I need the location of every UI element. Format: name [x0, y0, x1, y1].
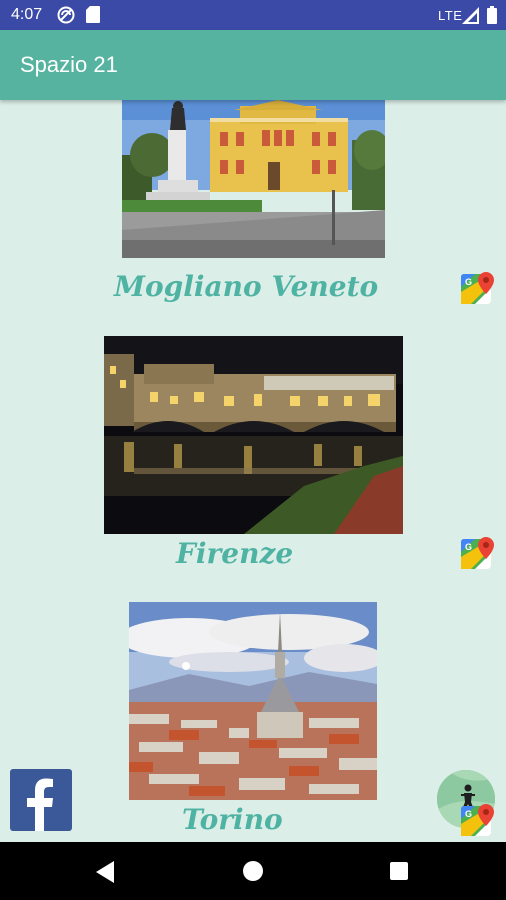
recents-icon[interactable] [390, 862, 408, 880]
city-photo-mogliano-veneto[interactable] [122, 100, 385, 258]
home-icon[interactable] [243, 861, 263, 881]
status-time: 4:07 [11, 6, 43, 23]
network-type: LTE [438, 8, 463, 23]
maps-icon[interactable]: G [461, 537, 495, 569]
facebook-icon [27, 778, 53, 831]
city-name-firenze[interactable]: Firenze [176, 537, 293, 570]
svg-text:G: G [465, 542, 472, 552]
city-photo-torino[interactable] [129, 602, 377, 800]
battery-icon [487, 6, 497, 24]
city-list[interactable]: Mogliano Veneto G Firenze G Torino G [0, 100, 506, 842]
app-title: Spazio 21 [20, 52, 118, 77]
city-name-torino[interactable]: Torino [182, 803, 283, 836]
sd-card-icon [86, 6, 100, 23]
app-bar: Spazio 21 [0, 30, 506, 100]
photo-ponte-vecchio [104, 336, 403, 534]
photo-town-hall [122, 100, 385, 258]
maps-icon[interactable]: G [461, 804, 495, 836]
photo-mole-antonelliana [129, 602, 377, 800]
maps-icon[interactable]: G [461, 272, 495, 304]
do-not-disturb-icon [57, 6, 75, 24]
city-name-mogliano-veneto[interactable]: Mogliano Veneto [114, 270, 378, 303]
system-nav-bar [0, 842, 506, 900]
svg-text:G: G [465, 809, 472, 819]
facebook-button[interactable] [10, 769, 72, 831]
signal-icon [462, 7, 479, 24]
back-icon[interactable] [96, 861, 116, 883]
status-bar: 4:07 LTE [0, 0, 506, 30]
svg-text:G: G [465, 277, 472, 287]
city-photo-firenze[interactable] [104, 336, 403, 534]
